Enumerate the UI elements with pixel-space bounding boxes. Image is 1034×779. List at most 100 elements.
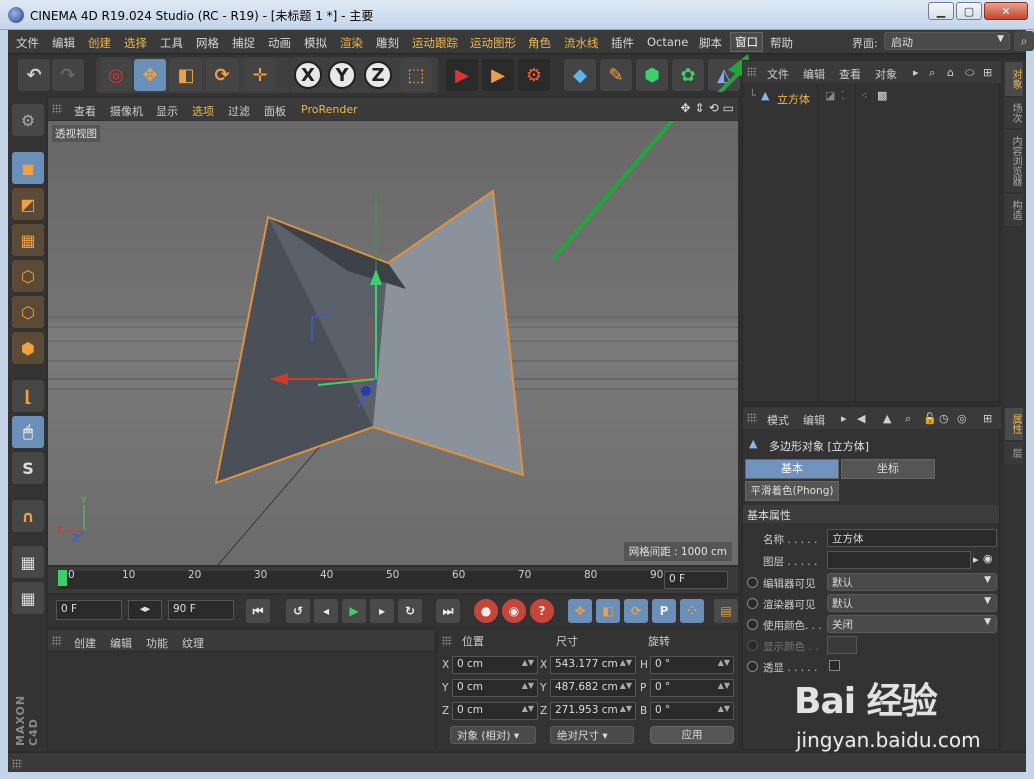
menu-window[interactable]: 窗口 [730,32,763,52]
x-axis-lock-icon[interactable]: X [294,61,322,89]
tab-layers[interactable]: 层 [1005,442,1023,464]
spinner-icon[interactable]: ▲▼ [718,658,730,667]
size-mode-dropdown[interactable]: 绝对尺寸 ▾ [550,726,634,744]
viewport-menu-view[interactable]: 查看 [74,103,96,119]
play-forward-icon[interactable]: ▶ [342,599,366,623]
model-mode-icon[interactable]: ◼ [12,152,44,184]
viewport-menu-options[interactable]: 选项 [192,103,214,119]
animate-radio[interactable] [747,661,758,672]
texture-mode-icon[interactable]: ◩ [12,188,44,220]
render-visible-dropdown[interactable]: 默认 ▼ [827,594,997,612]
spinner-icon[interactable]: ▲▼ [718,681,730,690]
viewport-menu-panel[interactable]: 面板 [264,103,286,119]
size-z-field[interactable]: 271.953 cm ▲▼ [550,702,636,720]
record-active-objects-icon[interactable]: ● [474,599,498,623]
menu-file[interactable]: 文件 [16,35,39,51]
menu-edit[interactable]: 编辑 [52,35,75,51]
back-arrow-icon[interactable]: ◀ [857,412,865,425]
previous-key-icon[interactable]: ↺ [286,599,310,623]
close-button[interactable]: ✕ [984,2,1028,20]
record-point-level-icon[interactable]: ⁘ [680,599,704,623]
name-field[interactable]: 立方体 [827,529,997,547]
rotation-p-field[interactable]: 0 ° ▲▼ [650,679,734,697]
snap-icon[interactable]: S [12,452,44,484]
workplane-lock-icon[interactable]: ▦ [12,546,44,578]
render-view-icon[interactable]: ▶ [446,59,478,91]
material-menu-edit[interactable]: 编辑 [110,635,132,651]
menu-animate[interactable]: 动画 [268,35,291,51]
redo-icon[interactable]: ↷ [52,59,84,91]
tab-phong[interactable]: 平滑着色(Phong) [745,481,839,501]
spinner-icon[interactable]: ▲▼ [718,704,730,713]
object-menu-file[interactable]: 文件 [767,66,789,82]
visibility-toggle-icon[interactable]: ◪ [825,89,835,102]
material-menu-function[interactable]: 功能 [146,635,168,651]
more-menu-icon[interactable]: ▸ [913,66,919,79]
z-axis-lock-icon[interactable]: Z [364,61,392,89]
workplane-icon[interactable]: ▦ [12,582,44,614]
undo-icon[interactable]: ↶ [18,59,50,91]
menu-help[interactable]: 帮助 [770,35,793,51]
spinner-icon[interactable]: ▲▼ [620,681,632,690]
object-menu-objects[interactable]: 对象 [875,66,897,82]
record-scale-icon[interactable]: ◧ [596,599,620,623]
object-menu-edit[interactable]: 编辑 [803,66,825,82]
coordinate-system-icon[interactable]: ⬚ [400,59,432,91]
previous-frame-icon[interactable]: ◂ [314,599,338,623]
subdivision-surface-icon[interactable]: ⬢ [636,59,668,91]
material-menu-texture[interactable]: 纹理 [182,635,204,651]
polygons-mode-icon[interactable]: ⬢ [12,332,44,364]
go-to-start-icon[interactable]: ⏮ [246,599,270,623]
viewport-menu-filter[interactable]: 过滤 [228,103,250,119]
menu-tools[interactable]: 工具 [160,35,183,51]
rotate-view-icon[interactable]: ⟲ [709,101,719,115]
editor-visible-dropdown[interactable]: 默认 ▼ [827,573,997,591]
material-tag-icon[interactable]: ▩ [877,89,887,102]
size-x-field[interactable]: 543.177 cm ▲▼ [550,656,636,674]
live-select-icon[interactable]: ◎ [100,59,132,91]
menu-snap[interactable]: 捕捉 [232,35,255,51]
next-key-icon[interactable]: ↻ [398,599,422,623]
spinner-icon[interactable]: ▲▼ [620,658,632,667]
pick-icon[interactable]: ◉ [983,552,993,565]
current-frame-field[interactable]: 0 F [664,571,728,589]
render-picture-viewer-icon[interactable]: ▶ [482,59,514,91]
y-axis-lock-icon[interactable]: Y [328,61,356,89]
phong-tag-icon[interactable]: ⁖ [861,89,867,102]
menu-mograph[interactable]: 运动图形 [470,35,516,51]
tab-content-browser[interactable]: 内容浏览器 [1005,130,1023,192]
spinner-icon[interactable]: ▲▼ [620,704,632,713]
rotation-h-field[interactable]: 0 ° ▲▼ [650,656,734,674]
list-item[interactable]: └ ▲ 立方体 ◪ ⁚ ⁖ ▩ [749,89,999,107]
switch-view-icon[interactable]: ▭ [723,101,734,115]
layer-menu-icon[interactable]: ▸ [973,553,979,566]
cube-primitive-icon[interactable]: ◆ [564,59,596,91]
timeline-ruler[interactable] [58,571,668,589]
menu-character[interactable]: 角色 [528,35,551,51]
position-x-field[interactable]: 0 cm ▲▼ [452,656,538,674]
cloner-icon[interactable]: ✿ [672,59,704,91]
attribute-menu-mode[interactable]: 模式 [767,412,789,428]
search-icon[interactable]: ⌕ [929,66,935,80]
menu-mesh[interactable]: 网格 [196,35,219,51]
menu-sculpt[interactable]: 雕刻 [376,35,399,51]
spinner-icon[interactable]: ▲▼ [522,658,534,667]
record-rotation-icon[interactable]: ⟳ [624,599,648,623]
viewport-menu-camera[interactable]: 摄像机 [110,103,143,119]
menu-simulate[interactable]: 模拟 [304,35,327,51]
object-name[interactable]: 立方体 [777,91,810,107]
more-menu-icon[interactable]: ▸ [841,412,847,425]
menu-motion-tracking[interactable]: 运动跟踪 [412,35,458,51]
new-manager-icon[interactable]: ⊞ [983,412,992,425]
layout-dropdown[interactable]: 启动 ▼ [884,32,1010,50]
menu-pipeline[interactable]: 流水线 [564,35,599,51]
tab-coordinates[interactable]: 坐标 [841,459,935,479]
search-icon[interactable]: ⌕ [1014,31,1034,51]
menu-create[interactable]: 创建 [88,35,111,51]
render-dots-icon[interactable]: ⁚ [841,89,845,102]
timeline-playhead[interactable] [58,570,67,586]
menu-plugins[interactable]: 插件 [611,35,634,51]
next-frame-icon[interactable]: ▸ [370,599,394,623]
scheme-settings-icon[interactable]: ▤ [714,599,738,623]
history-icon[interactable]: ◷ [939,412,949,425]
